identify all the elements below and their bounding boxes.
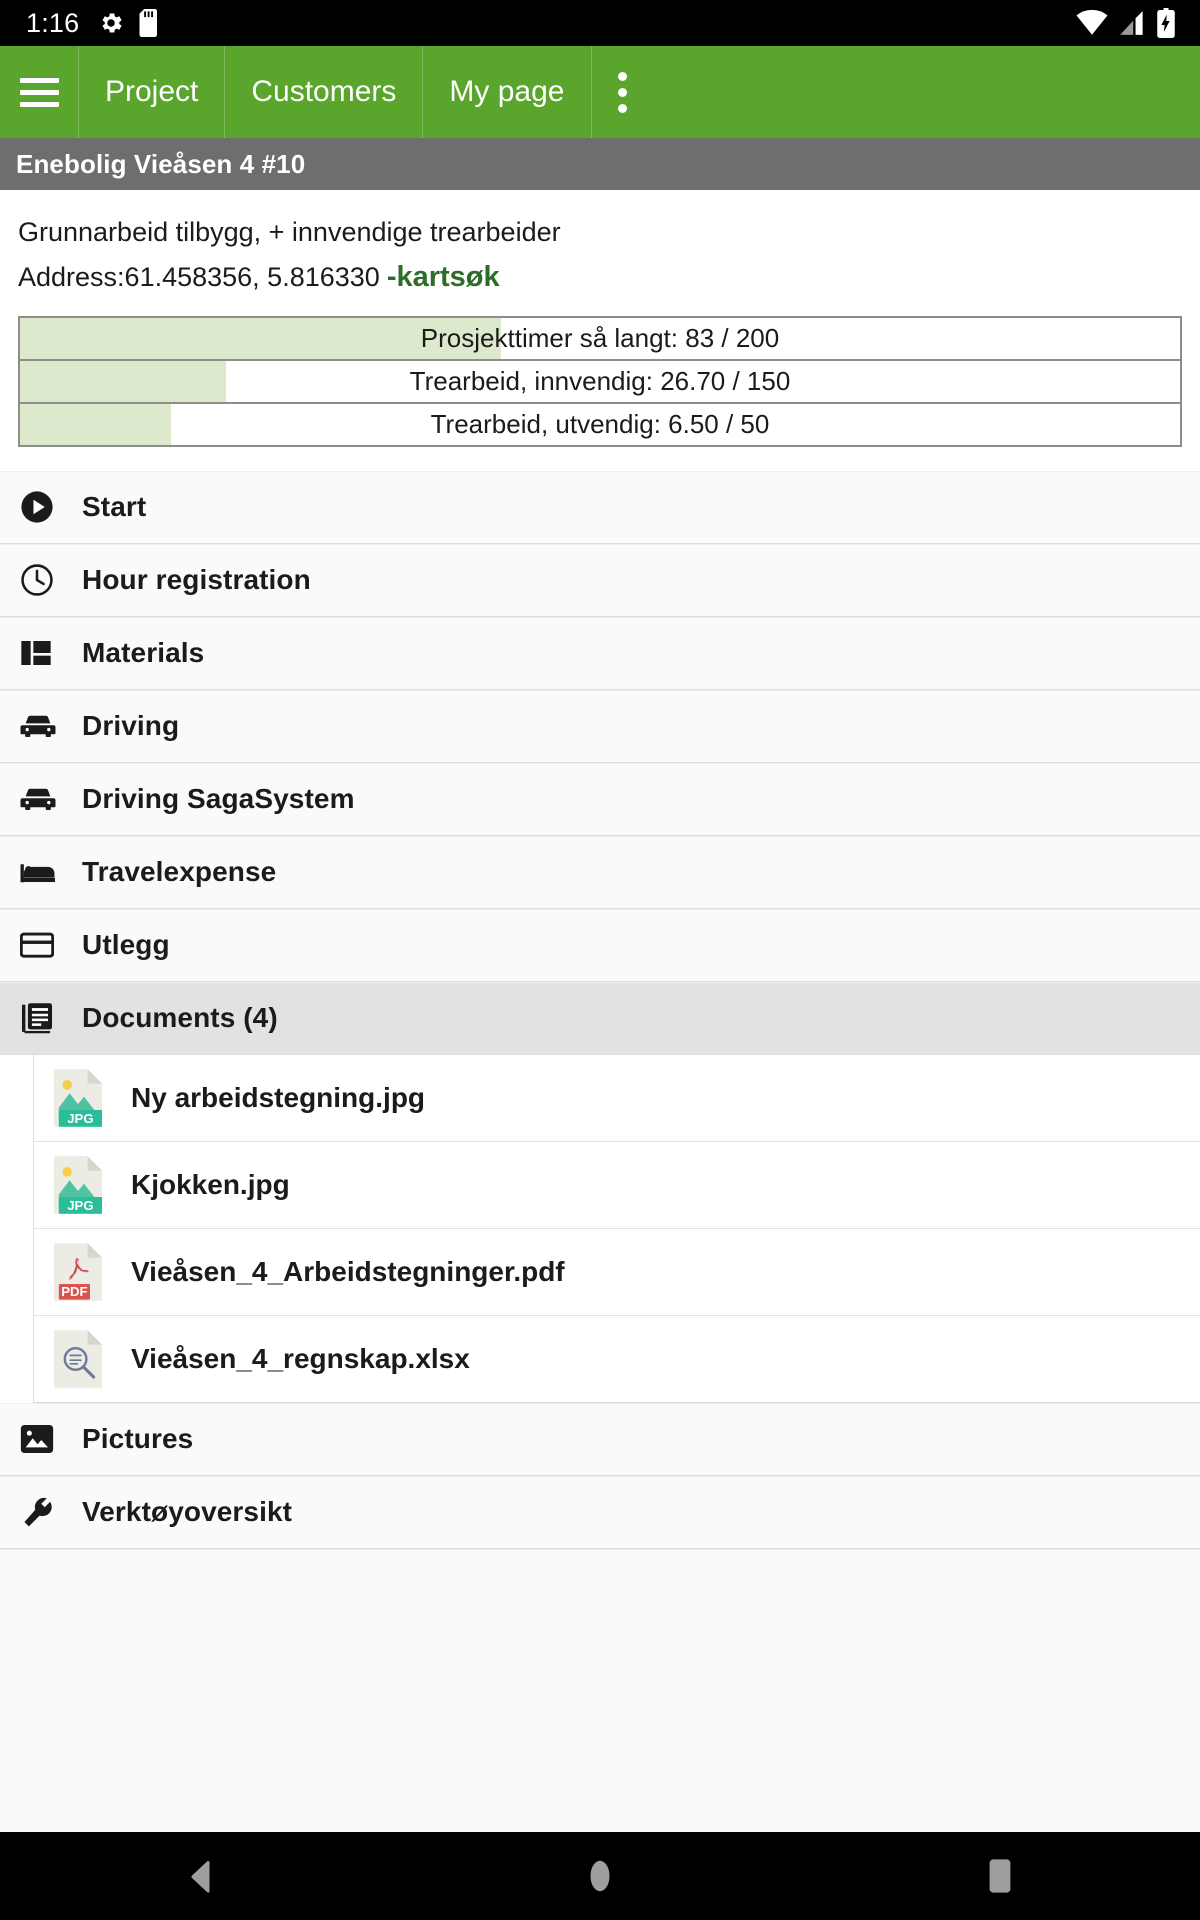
menu-item-label: Travelexpense xyxy=(82,856,277,888)
document-file-name: Kjokken.jpg xyxy=(131,1168,290,1200)
picture-icon xyxy=(20,1424,60,1454)
nav-tab-my-page[interactable]: My page xyxy=(422,46,590,138)
menu-item-pictures[interactable]: Pictures xyxy=(0,1402,1200,1476)
car-icon xyxy=(20,711,60,741)
credit-card-icon xyxy=(20,931,60,959)
menu-item-materials[interactable]: Materials xyxy=(0,616,1200,690)
nav-tab-project[interactable]: Project xyxy=(78,46,224,138)
status-bar-notification-icons xyxy=(97,9,161,37)
bed-icon xyxy=(20,858,60,886)
menu-item-label: Driving xyxy=(82,710,180,742)
progress-bar-indoor-woodwork: Trearbeid, innvendig: 26.70 / 150 xyxy=(18,358,1182,404)
progress-bars-group: Prosjekttimer så langt: 83 / 200 Trearbe… xyxy=(18,315,1182,447)
battery-charging-icon xyxy=(1157,8,1175,38)
project-address-line: Address:61.458356, 5.816330 -kartsøk xyxy=(18,258,1182,297)
home-circle-icon xyxy=(590,1860,610,1892)
document-row[interactable]: JPG Ny arbeidstegning.jpg xyxy=(33,1054,1200,1142)
menu-item-label: Utlegg xyxy=(82,929,170,961)
phone-screen: 1:16 Project Customers My page Enebolig … xyxy=(0,0,1200,1920)
menu-item-label: Driving SagaSystem xyxy=(82,783,355,815)
sd-card-icon xyxy=(139,9,158,37)
menu-item-label: Pictures xyxy=(82,1423,194,1455)
project-description: Grunnarbeid tilbygg, + innvendige trearb… xyxy=(18,217,561,247)
content-spacer xyxy=(0,1548,1200,1832)
progress-bar-total-hours: Prosjekttimer så langt: 83 / 200 xyxy=(18,315,1182,361)
menu-item-utlegg[interactable]: Utlegg xyxy=(0,908,1200,982)
recents-button[interactable] xyxy=(930,1858,1070,1894)
pdf-file-icon: PDF xyxy=(54,1242,102,1301)
project-info-block: Grunnarbeid tilbygg, + innvendige trearb… xyxy=(0,190,1200,447)
document-file-name: Vieåsen_4_Arbeidstegninger.pdf xyxy=(131,1255,565,1287)
project-title: Enebolig Vieåsen 4 #10 xyxy=(16,148,306,179)
document-row[interactable]: PDF Vieåsen_4_Arbeidstegninger.pdf xyxy=(33,1228,1200,1316)
app-bar: Project Customers My page xyxy=(0,46,1200,138)
car-icon xyxy=(20,784,60,814)
menu-item-driving[interactable]: Driving xyxy=(0,689,1200,763)
jpg-file-icon: JPG xyxy=(54,1155,102,1214)
document-file-name: Ny arbeidstegning.jpg xyxy=(131,1081,426,1113)
document-row[interactable]: JPG Kjokken.jpg xyxy=(33,1141,1200,1229)
documents-file-list: JPG Ny arbeidstegning.jpg JPG Kjokken.jp… xyxy=(0,1054,1200,1403)
progress-bar-outdoor-woodwork: Trearbeid, utvendig: 6.50 / 50 xyxy=(18,401,1182,447)
menu-item-label: Documents (4) xyxy=(82,1002,278,1034)
menu-item-travelexpense[interactable]: Travelexpense xyxy=(0,835,1200,909)
wifi-icon xyxy=(1076,9,1108,35)
settings-gear-icon xyxy=(102,13,122,33)
document-row[interactable]: Vieåsen_4_regnskap.xlsx xyxy=(33,1315,1200,1403)
nav-tab-customers[interactable]: Customers xyxy=(224,46,422,138)
menu-item-verktoyoversikt[interactable]: Verktøyoversikt xyxy=(0,1475,1200,1549)
menu-item-label: Verktøyoversikt xyxy=(82,1496,293,1528)
menu-item-driving-sagasystem[interactable]: Driving SagaSystem xyxy=(0,762,1200,836)
menu-item-label: Hour registration xyxy=(82,564,311,596)
svg-text:PDF: PDF xyxy=(61,1284,87,1299)
menu-item-label: Start xyxy=(82,491,147,523)
android-status-bar: 1:16 xyxy=(0,0,1200,46)
play-circle-icon xyxy=(20,490,60,524)
cellular-signal-icon xyxy=(1120,11,1143,35)
document-file-name: Vieåsen_4_regnskap.xlsx xyxy=(131,1342,470,1374)
clock-icon xyxy=(20,563,60,597)
project-menu-list: Start Hour registration Materials Drivin… xyxy=(0,470,1200,1549)
documents-icon xyxy=(20,1001,60,1035)
android-navigation-bar xyxy=(0,1832,1200,1920)
more-vertical-icon[interactable] xyxy=(590,46,653,138)
status-bar-clock: 1:16 xyxy=(26,7,80,38)
jpg-file-icon: JPG xyxy=(54,1068,102,1127)
menu-item-start[interactable]: Start xyxy=(0,470,1200,544)
svg-text:JPG: JPG xyxy=(67,1111,93,1126)
project-title-bar: Enebolig Vieåsen 4 #10 xyxy=(0,138,1200,190)
address-text: Address:61.458356, 5.816330 xyxy=(18,262,380,293)
menu-item-label: Materials xyxy=(82,637,205,669)
progress-bar-label: Trearbeid, utvendig: 6.50 / 50 xyxy=(430,408,770,439)
status-bar-system-icons xyxy=(1076,8,1184,38)
home-button[interactable] xyxy=(530,1857,670,1895)
menu-item-hour-registration[interactable]: Hour registration xyxy=(0,543,1200,617)
progress-bar-label: Trearbeid, innvendig: 26.70 / 150 xyxy=(409,365,791,396)
back-button[interactable] xyxy=(130,1857,270,1895)
map-search-link[interactable]: -kartsøk xyxy=(387,261,500,293)
menu-item-documents[interactable]: Documents (4) xyxy=(0,981,1200,1055)
back-triangle-icon xyxy=(191,1860,210,1893)
recents-square-icon xyxy=(989,1859,1011,1893)
hamburger-menu-icon[interactable] xyxy=(0,46,78,138)
dashboard-blocks-icon xyxy=(20,637,60,669)
generic-file-icon xyxy=(54,1329,102,1388)
progress-bar-label: Prosjekttimer så langt: 83 / 200 xyxy=(420,322,780,353)
wrench-icon xyxy=(20,1494,60,1530)
svg-text:JPG: JPG xyxy=(67,1198,93,1213)
